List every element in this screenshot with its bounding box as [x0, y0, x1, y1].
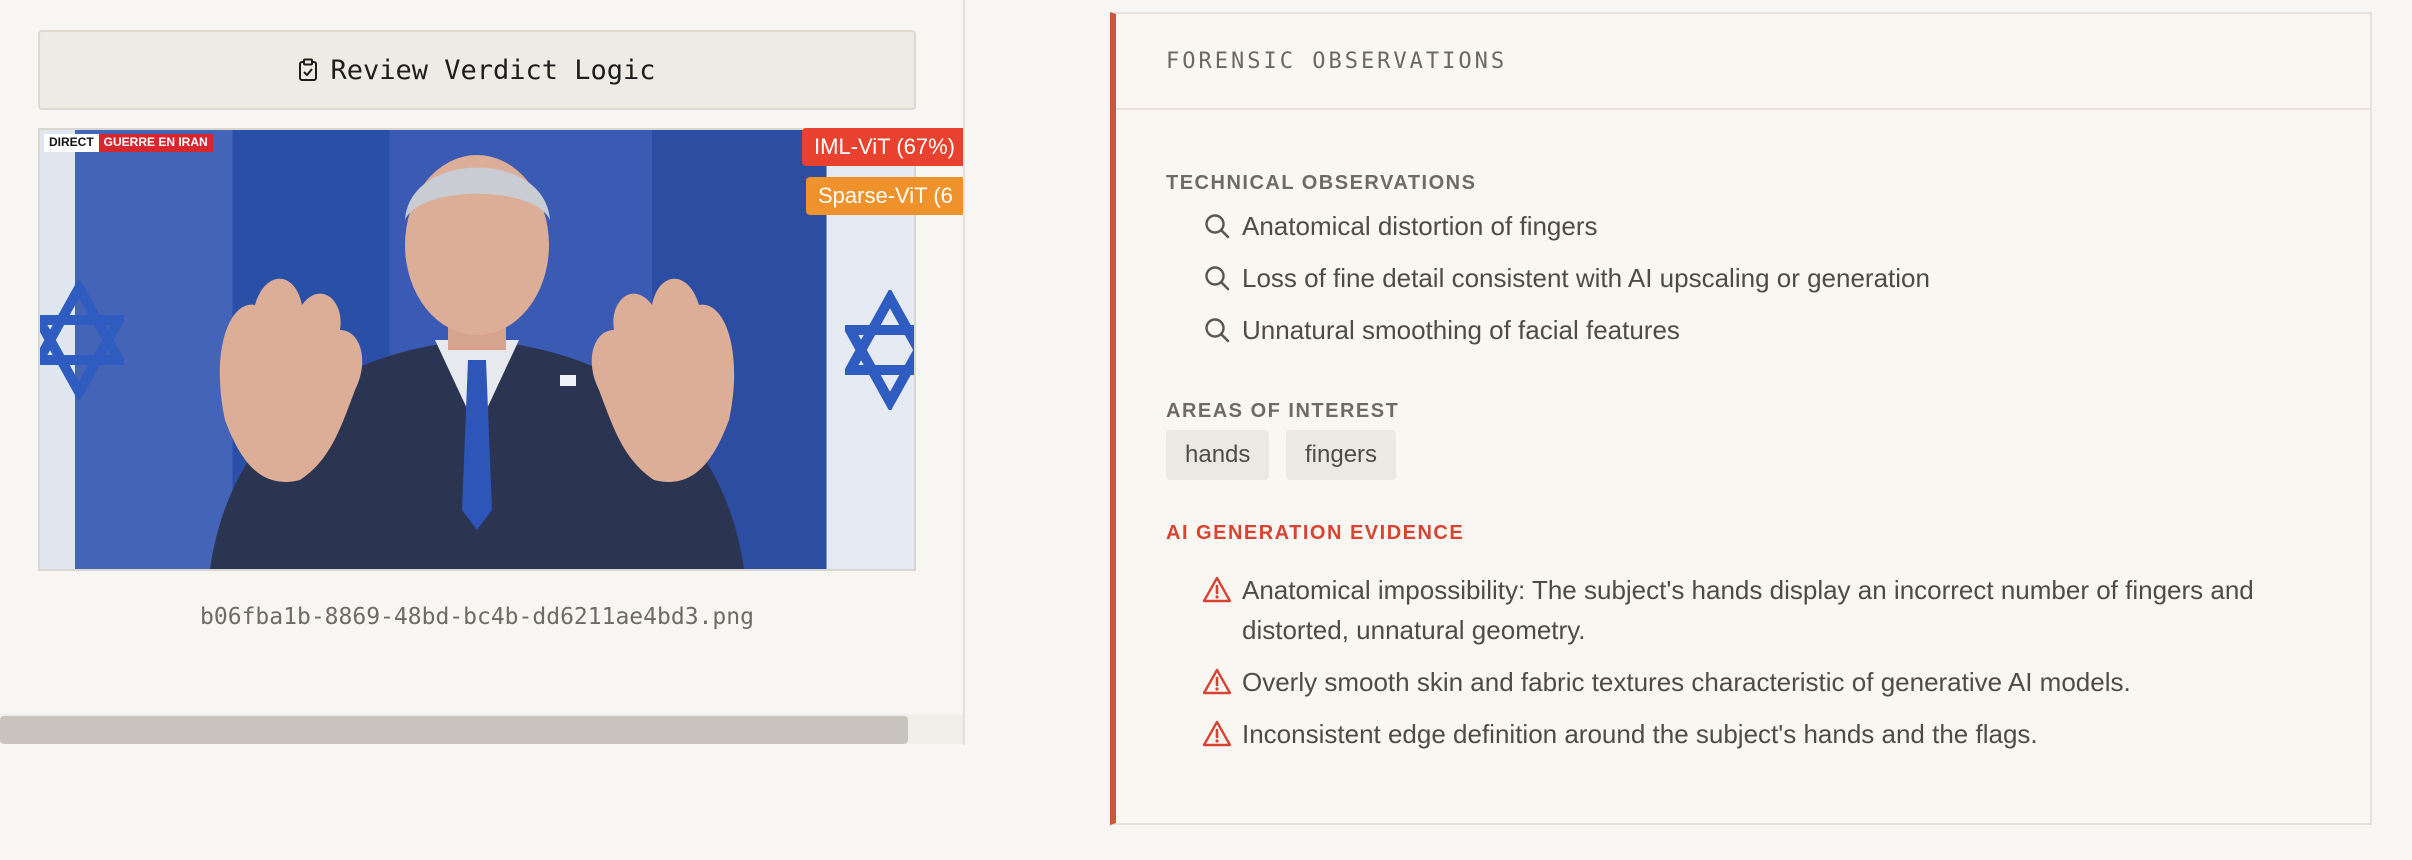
technical-observation-text: Loss of fine detail consistent with AI u…	[1242, 263, 1930, 293]
warning-triangle-icon	[1202, 720, 1232, 747]
news-overlay-live: DIRECT	[44, 134, 99, 152]
news-overlay-topic: GUERRE EN IRAN	[98, 134, 213, 152]
technical-observation-text: Anatomical distortion of fingers	[1242, 211, 1598, 241]
technical-observation-item: Loss of fine detail consistent with AI u…	[1202, 258, 2302, 298]
detection-badge-sparse-vit[interactable]: Sparse-ViT (6	[806, 177, 963, 215]
areas-of-interest-title: AREAS OF INTEREST	[1166, 400, 1400, 422]
evidence-item: Anatomical impossibility: The subject's …	[1202, 570, 2302, 650]
forensic-observations-header: FORENSIC OBSERVATIONS	[1116, 14, 2370, 110]
clipboard-check-icon	[299, 58, 318, 81]
evidence-text: Anatomical impossibility: The subject's …	[1242, 575, 2254, 645]
speaker-figure	[210, 155, 744, 569]
technical-observation-item: Unnatural smoothing of facial features	[1202, 310, 2302, 350]
area-tag-fingers: fingers	[1286, 430, 1397, 480]
warning-triangle-icon	[1202, 668, 1232, 695]
search-icon	[1205, 318, 1230, 343]
area-tag-hands: hands	[1166, 430, 1270, 480]
review-verdict-logic-button[interactable]: Review Verdict Logic	[38, 30, 916, 110]
evidence-item: Overly smooth skin and fabric textures c…	[1202, 662, 2302, 702]
search-icon	[1205, 266, 1230, 291]
evidence-text: Inconsistent edge definition around the …	[1242, 719, 2038, 749]
news-overlay: DIRECT GUERRE EN IRAN	[44, 134, 213, 152]
search-icon	[1205, 214, 1230, 239]
forensic-observations-card: FORENSIC OBSERVATIONS TECHNICAL OBSERVAT…	[1110, 12, 2372, 825]
evidence-text: Overly smooth skin and fabric textures c…	[1242, 667, 2131, 697]
detection-badge-iml-vit[interactable]: IML-ViT (67%)	[802, 128, 963, 166]
image-panel: Review Verdict Logic DIRECT GUERRE EN IR…	[0, 0, 965, 745]
technical-observation-item: Anatomical distortion of fingers	[1202, 206, 2302, 246]
horizontal-scrollbar-thumb[interactable]	[0, 716, 908, 744]
image-filename: b06fba1b-8869-48bd-bc4b-dd6211ae4bd3.png	[200, 604, 754, 630]
technical-observation-text: Unnatural smoothing of facial features	[1242, 315, 1680, 345]
analyzed-image: DIRECT GUERRE EN IRAN	[38, 128, 916, 571]
review-verdict-logic-label: Review Verdict Logic	[330, 54, 656, 86]
ai-generation-evidence-title: AI GENERATION EVIDENCE	[1166, 522, 1465, 544]
warning-triangle-icon	[1202, 576, 1232, 603]
evidence-item: Inconsistent edge definition around the …	[1202, 714, 2302, 754]
technical-observations-title: TECHNICAL OBSERVATIONS	[1166, 172, 1477, 194]
